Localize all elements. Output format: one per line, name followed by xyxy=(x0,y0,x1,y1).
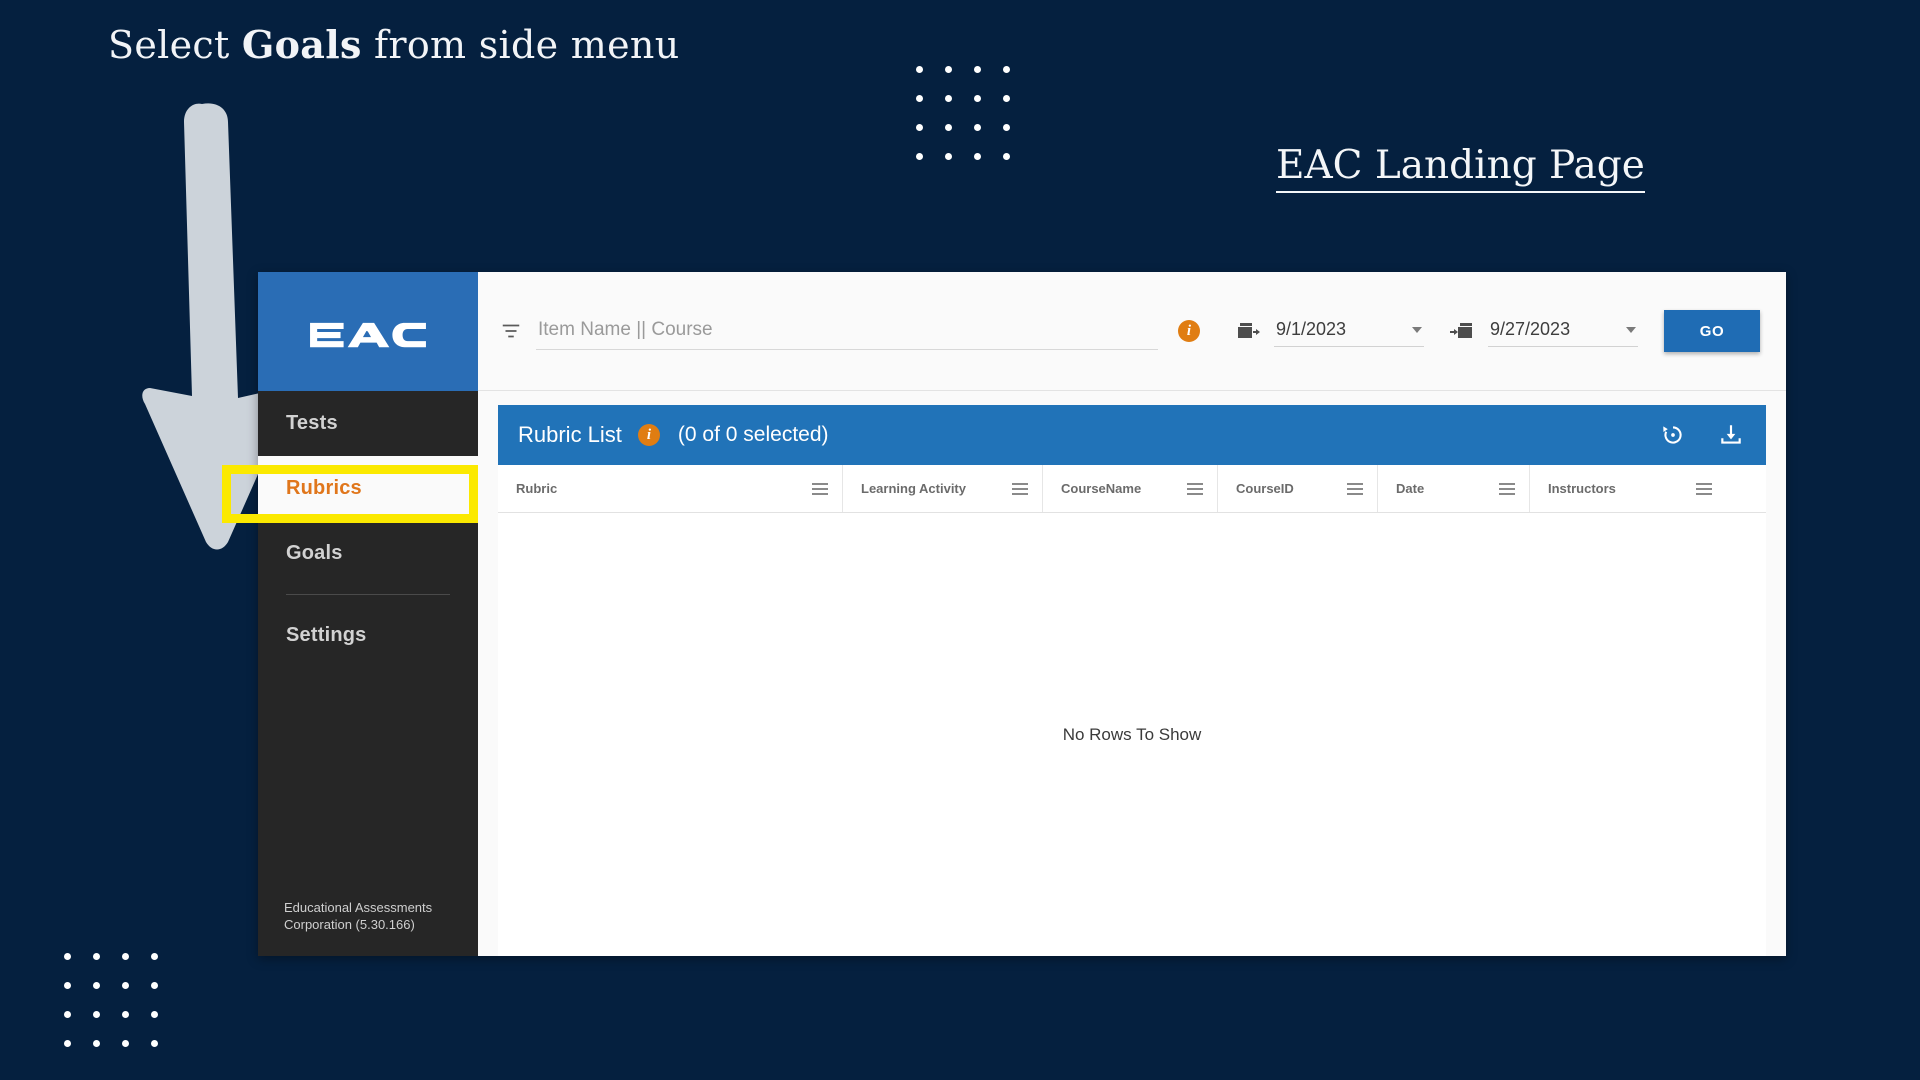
sidebar-footer-line2: Corporation (5.30.166) xyxy=(284,917,415,933)
slide-title-emphasis: Goals xyxy=(241,22,362,67)
sidebar-item-goals[interactable]: Goals xyxy=(258,521,478,586)
main-content: i 9/1/2023 9/27/2023 xyxy=(478,272,1786,956)
column-header-courseid[interactable]: CourseID xyxy=(1218,465,1378,512)
column-header-label: Instructors xyxy=(1548,481,1616,496)
column-header-date[interactable]: Date xyxy=(1378,465,1530,512)
eac-application-window: Tests Rubrics Goals Settings Educational… xyxy=(222,272,1786,956)
grid-column-headers: Rubric Learning Activity CourseName Cour… xyxy=(498,465,1766,513)
sidebar-item-rubrics[interactable]: Rubrics xyxy=(258,456,478,521)
calendar-start-icon xyxy=(1238,323,1260,338)
date-to-field[interactable]: 9/27/2023 xyxy=(1450,315,1638,347)
column-menu-icon[interactable] xyxy=(812,482,828,495)
chevron-down-icon[interactable] xyxy=(1626,326,1636,333)
selection-count: (0 of 0 selected) xyxy=(677,423,829,446)
column-header-learning-activity[interactable]: Learning Activity xyxy=(843,465,1043,512)
column-header-label: Date xyxy=(1396,481,1425,496)
info-icon[interactable]: i xyxy=(637,424,660,446)
eac-logo-icon xyxy=(310,322,426,347)
calendar-end-icon xyxy=(1450,323,1472,338)
sidebar-item-label: Settings xyxy=(286,624,367,646)
date-from-field[interactable]: 9/1/2023 xyxy=(1236,315,1424,347)
column-menu-icon[interactable] xyxy=(1012,482,1028,495)
sidebar: Tests Rubrics Goals Settings Educational… xyxy=(222,272,478,956)
go-button[interactable]: GO xyxy=(1664,310,1760,352)
column-header-coursename[interactable]: CourseName xyxy=(1043,465,1218,512)
rubric-list-title: Rubric List xyxy=(518,422,622,447)
sidebar-item-label: Goals xyxy=(286,542,343,564)
eac-logo xyxy=(258,272,478,391)
chevron-down-icon[interactable] xyxy=(1412,326,1422,333)
dot-grid-decoration-bottom xyxy=(64,953,158,1047)
download-icon[interactable] xyxy=(1718,422,1744,448)
sidebar-item-label: Rubrics xyxy=(286,477,362,499)
filter-icon[interactable] xyxy=(500,320,522,342)
column-menu-icon[interactable] xyxy=(1499,482,1515,495)
slide-instruction-title: Select Goals from side menu xyxy=(108,22,679,67)
grid-body: No Rows To Show xyxy=(498,513,1766,956)
dot-grid-decoration-top xyxy=(916,66,1010,160)
filter-toolbar: i 9/1/2023 9/27/2023 xyxy=(478,272,1786,391)
column-header-label: CourseID xyxy=(1236,481,1294,496)
sidebar-divider xyxy=(286,594,450,595)
column-header-rubric[interactable]: Rubric xyxy=(498,465,843,512)
sidebar-item-settings[interactable]: Settings xyxy=(258,603,478,668)
column-header-label: Learning Activity xyxy=(861,481,966,496)
column-header-label: CourseName xyxy=(1061,481,1142,496)
info-icon[interactable]: i xyxy=(1178,320,1200,342)
sidebar-footer-line1: Educational Assessments xyxy=(284,899,433,915)
search-input[interactable] xyxy=(536,312,1158,349)
date-to-value: 9/27/2023 xyxy=(1490,319,1571,339)
sidebar-item-tests[interactable]: Tests xyxy=(258,391,478,456)
column-header-instructors[interactable]: Instructors xyxy=(1530,465,1726,512)
rubric-list-header: Rubric List i (0 of 0 selected) xyxy=(498,405,1766,465)
rubric-list-actions xyxy=(1660,422,1744,448)
date-from-value-wrapper[interactable]: 9/1/2023 xyxy=(1274,315,1424,347)
empty-state-message: No Rows To Show xyxy=(1062,724,1202,744)
history-icon[interactable] xyxy=(1660,422,1686,448)
column-header-label: Rubric xyxy=(516,481,558,496)
slide-title-prefix: Select xyxy=(108,23,242,67)
slide-title-suffix: from side menu xyxy=(361,23,680,67)
sidebar-footer: Educational Assessments Corporation (5.3… xyxy=(258,899,478,956)
sidebar-item-label: Tests xyxy=(286,412,338,434)
slide-subtitle: EAC Landing Page xyxy=(1276,143,1645,193)
column-menu-icon[interactable] xyxy=(1347,482,1363,495)
column-menu-icon[interactable] xyxy=(1187,482,1203,495)
rubric-list-card: Rubric List i (0 of 0 selected) Rubric L… xyxy=(498,405,1766,956)
date-from-value: 9/1/2023 xyxy=(1276,319,1347,339)
column-menu-icon[interactable] xyxy=(1696,482,1712,495)
date-to-value-wrapper[interactable]: 9/27/2023 xyxy=(1488,315,1638,347)
search-field-wrapper xyxy=(536,312,1158,350)
